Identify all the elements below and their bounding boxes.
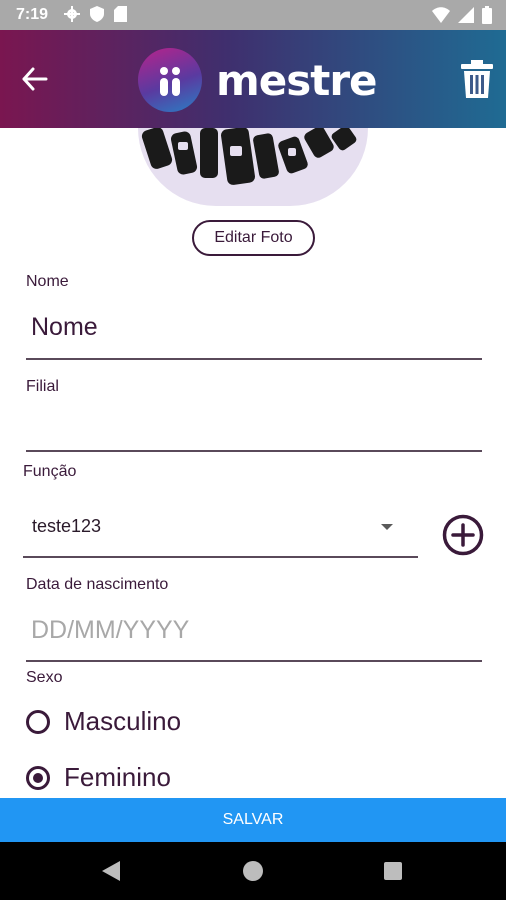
filial-label: Filial [26, 378, 59, 395]
save-button[interactable]: SALVAR [0, 798, 506, 842]
nome-input[interactable]: Nome [31, 313, 98, 342]
wifi-icon [432, 7, 450, 23]
nome-underline [26, 358, 482, 360]
status-time: 7:19 [16, 6, 49, 23]
gear-icon [64, 6, 80, 22]
radio-unchecked-icon[interactable] [26, 709, 50, 734]
nascimento-underline [26, 660, 482, 662]
filial-underline [26, 450, 482, 452]
home-circle-icon[interactable] [243, 861, 263, 881]
app-logo: mestre [138, 48, 378, 112]
profile-avatar[interactable] [138, 128, 368, 206]
avatar-image [138, 128, 368, 206]
recents-square-icon[interactable] [384, 862, 402, 880]
chevron-down-icon[interactable] [381, 524, 393, 530]
sexo-label: Sexo [26, 669, 63, 686]
nome-label: Nome [26, 273, 69, 290]
nascimento-input[interactable]: DD/MM/YYYY [31, 616, 189, 645]
status-icons-left [64, 6, 127, 22]
battery-icon [482, 6, 492, 24]
radio-checked-icon[interactable] [26, 765, 50, 790]
funcao-label: Função [23, 463, 77, 480]
back-button[interactable] [20, 66, 50, 92]
back-triangle-icon[interactable] [102, 861, 120, 881]
signal-icon [458, 7, 474, 23]
status-bar: 7:19 [0, 0, 506, 30]
sd-card-icon [114, 6, 127, 22]
plus-circle-icon [442, 514, 484, 556]
nascimento-label: Data de nascimento [26, 576, 169, 593]
logo-mark-icon [138, 48, 202, 112]
arrow-left-icon [22, 67, 48, 91]
add-funcao-button[interactable] [442, 514, 484, 556]
logo-glyph [160, 67, 180, 96]
shield-icon [90, 6, 104, 22]
radio-feminino-label: Feminino [64, 762, 171, 792]
edit-photo-button[interactable]: Editar Foto [192, 220, 315, 256]
logo-text: mestre [216, 55, 378, 105]
system-nav-bar [0, 842, 506, 900]
delete-button[interactable] [460, 60, 494, 98]
status-icons-right [432, 6, 492, 24]
filial-input[interactable] [31, 412, 481, 446]
funcao-underline [23, 556, 418, 558]
trash-icon [461, 60, 493, 98]
radio-feminino[interactable]: Feminino [26, 762, 171, 793]
radio-masculino-label: Masculino [64, 706, 182, 736]
radio-masculino[interactable]: Masculino [26, 706, 181, 737]
funcao-dropdown[interactable]: teste123 [32, 516, 101, 537]
app-header: mestre [0, 30, 506, 128]
